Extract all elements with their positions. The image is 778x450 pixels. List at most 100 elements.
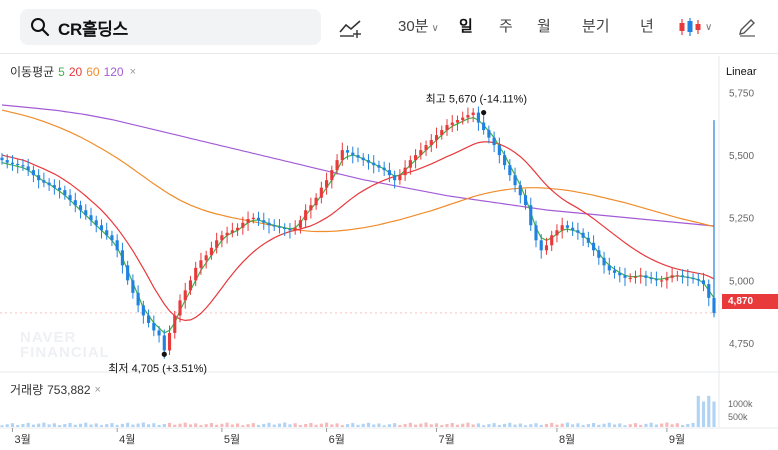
volume-bar xyxy=(675,423,679,427)
volume-bar xyxy=(691,422,695,427)
candle-body xyxy=(194,267,198,281)
candle-body xyxy=(204,255,208,261)
volume-bar xyxy=(162,423,166,427)
candle-body xyxy=(126,265,130,281)
candle-body xyxy=(565,225,569,228)
volume-label: 거래량 xyxy=(10,383,44,397)
volume-bar xyxy=(325,422,329,427)
volume-bar xyxy=(157,425,161,427)
volume-bar xyxy=(31,424,35,427)
ma-period-5: 5 xyxy=(58,64,65,79)
volume-bar xyxy=(199,425,203,427)
candle-body xyxy=(162,335,166,351)
y-tick-label: 5,000 xyxy=(729,276,754,287)
candle-body xyxy=(21,165,25,167)
volume-bar xyxy=(534,423,538,427)
candle-body xyxy=(508,165,512,176)
candle-body xyxy=(26,166,30,171)
candle-body xyxy=(597,250,601,258)
candle-body xyxy=(581,232,585,238)
candle-body xyxy=(492,137,496,146)
volume-bar xyxy=(424,422,428,427)
candle-body xyxy=(618,272,622,276)
candle-body xyxy=(272,225,276,227)
candle-body xyxy=(654,279,658,281)
volume-bar xyxy=(482,425,486,427)
volume-bar xyxy=(429,424,433,427)
candle-body xyxy=(304,210,308,221)
volume-bar xyxy=(361,423,365,427)
candle-body xyxy=(429,140,433,146)
volume-bar xyxy=(335,423,339,427)
ma-period-20: 20 xyxy=(68,64,83,79)
candle-body xyxy=(335,160,339,171)
volume-bar xyxy=(26,422,30,427)
volume-bar xyxy=(492,423,496,427)
volume-bar xyxy=(665,422,669,427)
volume-bar xyxy=(141,422,145,427)
candle-body xyxy=(466,115,470,118)
volume-bar xyxy=(387,424,391,427)
volume-bar xyxy=(560,423,564,427)
candle-body xyxy=(670,275,674,278)
candle-body xyxy=(288,229,292,231)
volume-bar xyxy=(670,424,674,427)
candle-body xyxy=(476,112,480,123)
volume-bar xyxy=(592,423,596,427)
candle-body xyxy=(330,170,334,181)
volume-bar xyxy=(497,424,501,427)
candle-body xyxy=(529,205,533,226)
volume-bar xyxy=(644,423,648,427)
volume-bar xyxy=(707,395,711,427)
volume-bar xyxy=(529,424,533,427)
volume-bar xyxy=(408,422,412,427)
volume-bar xyxy=(37,423,41,427)
volume-bar xyxy=(612,424,617,427)
scale-type-button[interactable]: Linear xyxy=(726,66,757,78)
candle-body xyxy=(471,112,475,116)
close-icon[interactable]: × xyxy=(130,66,136,78)
current-price-tag: 4,870 xyxy=(722,294,778,309)
candle-body xyxy=(105,230,109,236)
volume-bar xyxy=(555,424,559,427)
candle-body xyxy=(283,227,287,230)
volume-bar xyxy=(89,424,93,427)
volume-bar xyxy=(251,423,255,427)
candle-body xyxy=(256,217,261,221)
volume-bar xyxy=(267,422,271,427)
volume-bar xyxy=(382,425,386,427)
candle-body xyxy=(73,200,77,206)
ma-legend-title: 이동평균 xyxy=(10,65,55,79)
candle-body xyxy=(665,277,669,281)
volume-bar xyxy=(78,423,83,427)
candle-body xyxy=(309,205,313,211)
candle-body xyxy=(544,245,549,251)
candle-body xyxy=(534,225,538,241)
volume-legend[interactable]: 거래량 753,882 × xyxy=(10,381,101,398)
candle-body xyxy=(403,167,407,176)
moving-average-legend[interactable]: 이동평균 5 20 60 120 × xyxy=(10,63,136,80)
volume-bar xyxy=(319,423,323,427)
volume-bar xyxy=(330,424,334,427)
candle-body xyxy=(450,122,454,126)
candle-body xyxy=(110,235,114,241)
candle-body xyxy=(387,170,391,176)
volume-bar xyxy=(47,424,51,427)
candle-body xyxy=(644,275,648,278)
candle-body xyxy=(99,225,104,231)
candle-body xyxy=(681,275,685,277)
volume-bar xyxy=(508,422,512,427)
x-tick-label: 8월 xyxy=(559,433,575,446)
close-icon[interactable]: × xyxy=(95,384,101,396)
candle-body xyxy=(141,305,145,316)
volume-bar xyxy=(518,423,522,427)
candle-body xyxy=(461,117,465,121)
volume-bar xyxy=(581,425,585,427)
candle-body xyxy=(10,162,15,164)
candle-body xyxy=(639,275,643,277)
volume-bar xyxy=(84,422,88,427)
volume-bar xyxy=(194,423,198,427)
candle-body xyxy=(686,276,690,278)
candle-body xyxy=(131,280,135,293)
candle-body xyxy=(225,232,229,236)
